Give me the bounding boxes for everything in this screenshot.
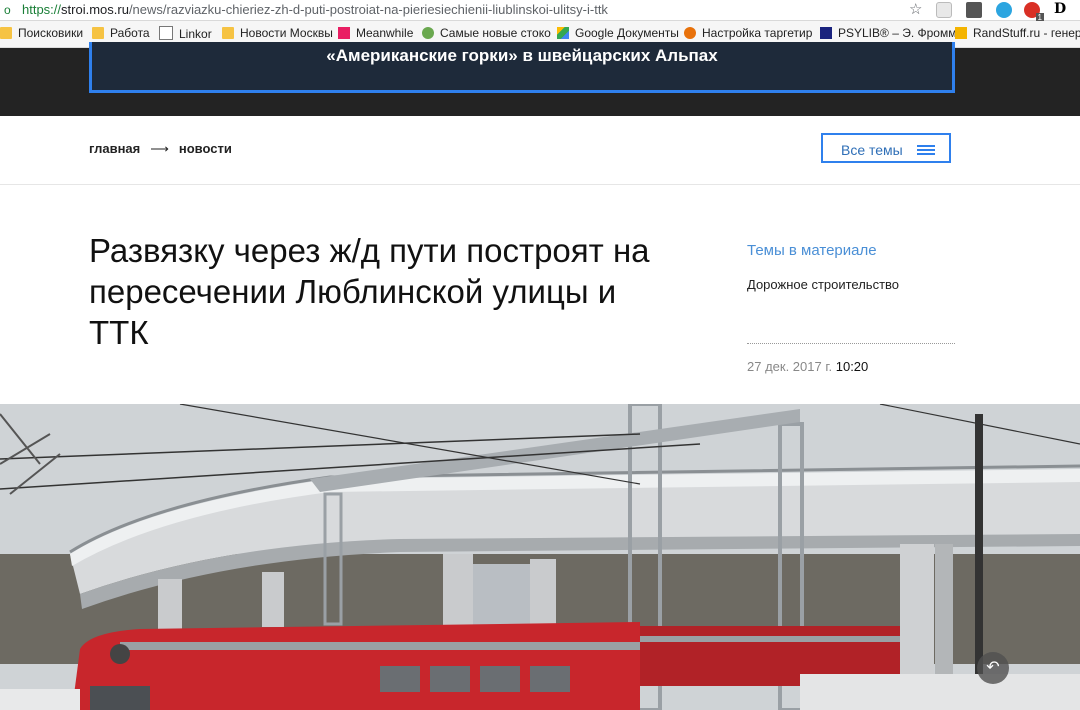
bookmark-label: Настройка таргетир	[702, 26, 813, 40]
extension-icon[interactable]	[936, 2, 952, 18]
randstuff-icon	[955, 27, 967, 39]
menu-icon	[917, 145, 935, 155]
bookmark-item[interactable]: Google Документы	[557, 26, 679, 40]
overpass-train-photo	[0, 404, 1080, 710]
bookmark-item[interactable]: Самые новые стоко	[422, 26, 551, 40]
url-host: stroi.mos.ru	[61, 2, 129, 17]
target-icon	[684, 27, 696, 39]
adblock-icon[interactable]: 1	[1024, 2, 1044, 22]
bookmark-label: Новости Москвы	[240, 26, 333, 40]
bookmark-item[interactable]: Новости Москвы	[222, 26, 333, 40]
url-text[interactable]: https://stroi.mos.ru/news/razviazku-chie…	[22, 2, 608, 17]
bookmark-item[interactable]: Поисковики	[0, 26, 83, 40]
bookmark-label: Самые новые стоко	[440, 26, 551, 40]
headline-line: пересечении Люблинской улицы и	[89, 273, 617, 310]
address-bar[interactable]: o https://stroi.mos.ru/news/razviazku-ch…	[0, 0, 1080, 22]
article-headline: Развязку через ж/д пути построят на пере…	[89, 230, 729, 353]
telegram-icon[interactable]	[996, 2, 1012, 18]
bookmark-item[interactable]: RandStuff.ru - генера	[955, 26, 1080, 40]
bookmark-label: RandStuff.ru - генера	[973, 26, 1080, 40]
publish-date: 27 дек. 2017 г. 10:20	[747, 359, 868, 374]
bookmark-item[interactable]: Linkor	[159, 26, 212, 41]
folder-icon	[222, 27, 234, 39]
bookmark-item[interactable]: Настройка таргетир	[684, 26, 812, 40]
google-drive-icon	[557, 27, 569, 39]
bookmark-label: Поисковики	[18, 26, 84, 40]
promo-banner: «Американские горки» в швейцарских Альпа…	[0, 42, 1080, 116]
divider	[747, 343, 955, 344]
article-photo	[0, 404, 1080, 710]
url-path: /news/razviazku-chieriez-zh-d-puti-postr…	[128, 2, 608, 17]
meanwhile-icon	[338, 27, 350, 39]
bookmark-item[interactable]: Работа	[92, 26, 150, 40]
pocket-icon[interactable]	[966, 2, 982, 18]
lock-icon: o	[4, 3, 11, 17]
page-icon	[159, 26, 173, 40]
date-text: 27 дек. 2017 г.	[747, 359, 833, 374]
bookmark-label: PSYLIB® – Э. Фромм	[838, 26, 957, 40]
breadcrumb-row: главная ⟶ новости Все темы	[0, 116, 1080, 185]
breadcrumb-news[interactable]: новости	[179, 141, 232, 156]
headline-line: Развязку через ж/д пути построят на	[89, 232, 650, 269]
folder-icon	[0, 27, 12, 39]
bookmark-label: Linkor	[179, 27, 212, 41]
time-text: 10:20	[835, 359, 869, 374]
psylib-icon	[820, 27, 832, 39]
topic-link[interactable]: Дорожное строительство	[747, 277, 899, 292]
bookmark-item[interactable]: Meanwhile	[338, 26, 413, 40]
all-topics-button[interactable]: Все темы	[821, 133, 951, 163]
folder-icon	[92, 27, 104, 39]
bookmark-label: Meanwhile	[356, 26, 414, 40]
bookmark-item[interactable]: PSYLIB® – Э. Фромм	[820, 26, 956, 40]
bookmark-label: Google Документы	[575, 26, 679, 40]
share-icon[interactable]: ↶	[977, 652, 1009, 684]
stock-icon	[422, 27, 434, 39]
breadcrumb-home[interactable]: главная	[89, 141, 140, 156]
bookmark-label: Работа	[110, 26, 150, 40]
url-scheme: https://	[22, 2, 62, 17]
promo-banner-box[interactable]: «Американские горки» в швейцарских Альпа…	[89, 42, 955, 93]
headline-line: ТТК	[89, 314, 149, 351]
topics-section-title: Темы в материале	[747, 242, 877, 259]
breadcrumb-arrow-icon: ⟶	[150, 141, 169, 156]
promo-banner-title[interactable]: «Американские горки» в швейцарских Альпа…	[92, 46, 952, 66]
dictionary-icon[interactable]: D	[1054, 1, 1070, 17]
all-topics-label: Все темы	[841, 142, 903, 158]
breadcrumb: главная ⟶ новости	[89, 141, 232, 157]
bookmark-star-icon[interactable]: ☆	[909, 0, 922, 18]
